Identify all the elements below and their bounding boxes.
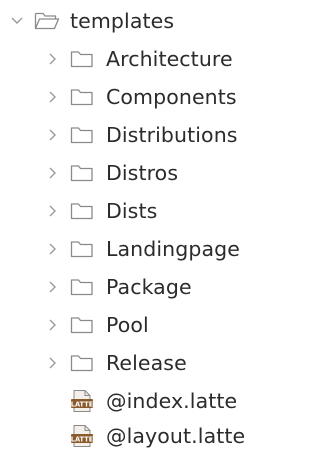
chevron-right-icon[interactable] bbox=[46, 242, 60, 256]
tree-item-folder[interactable]: Release bbox=[0, 344, 279, 382]
folder-icon bbox=[70, 279, 93, 296]
folder-icon bbox=[70, 203, 93, 220]
chevron-right-icon[interactable] bbox=[46, 204, 60, 218]
tree-item-label: Architecture bbox=[106, 47, 233, 71]
tree-item-label: Release bbox=[106, 351, 187, 375]
latte-file-icon: LATTE bbox=[71, 425, 94, 447]
folder-open-icon bbox=[34, 12, 60, 30]
tree-item-folder[interactable]: Pool bbox=[0, 306, 279, 344]
folder-icon bbox=[70, 317, 93, 334]
tree-item-folder[interactable]: Distributions bbox=[0, 116, 279, 154]
latte-file-icon: LATTE bbox=[71, 390, 94, 412]
folder-icon bbox=[70, 127, 93, 144]
tree-item-label: Landingpage bbox=[106, 237, 240, 261]
tree-item-folder[interactable]: Landingpage bbox=[0, 230, 279, 268]
tree-item-folder[interactable]: Architecture bbox=[0, 40, 279, 78]
folder-icon bbox=[70, 355, 93, 372]
chevron-right-icon[interactable] bbox=[46, 128, 60, 142]
tree-item-folder[interactable]: Components bbox=[0, 78, 279, 116]
tree-item-label: Components bbox=[106, 85, 237, 109]
tree-item-label: @index.latte bbox=[106, 389, 238, 413]
tree-item-file[interactable]: LATTE @index.latte bbox=[0, 382, 279, 420]
tree-item-folder[interactable]: Dists bbox=[0, 192, 279, 230]
file-tree: templates Architecture Components Distri… bbox=[0, 0, 279, 455]
folder-icon bbox=[70, 89, 93, 106]
tree-item-label: Distributions bbox=[106, 123, 238, 147]
chevron-right-icon[interactable] bbox=[46, 90, 60, 104]
tree-item-label: @layout.latte bbox=[106, 424, 246, 448]
folder-icon bbox=[70, 51, 93, 68]
tree-item-label: Dists bbox=[106, 199, 158, 223]
tree-item-label: Distros bbox=[106, 161, 179, 185]
latte-icon-text: LATTE bbox=[71, 400, 94, 408]
chevron-right-icon[interactable] bbox=[46, 356, 60, 370]
folder-icon bbox=[70, 241, 93, 258]
chevron-down-icon[interactable] bbox=[10, 14, 24, 28]
chevron-right-icon[interactable] bbox=[46, 280, 60, 294]
tree-item-folder[interactable]: Package bbox=[0, 268, 279, 306]
chevron-right-icon[interactable] bbox=[46, 318, 60, 332]
tree-item-label: Package bbox=[106, 275, 192, 299]
latte-icon-text: LATTE bbox=[71, 435, 94, 443]
tree-item-folder[interactable]: Distros bbox=[0, 154, 279, 192]
tree-item-templates[interactable]: templates bbox=[0, 2, 279, 40]
tree-item-label: Pool bbox=[106, 313, 149, 337]
tree-item-file[interactable]: LATTE @layout.latte bbox=[0, 417, 279, 455]
tree-item-label: templates bbox=[70, 9, 175, 33]
folder-icon bbox=[70, 165, 93, 182]
chevron-right-icon[interactable] bbox=[46, 52, 60, 66]
chevron-right-icon[interactable] bbox=[46, 166, 60, 180]
